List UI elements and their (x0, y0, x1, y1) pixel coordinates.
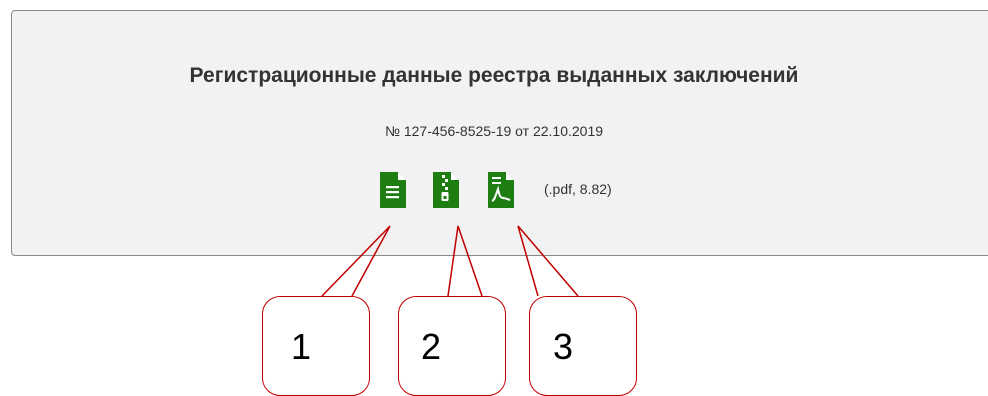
callout-2-pointer (447, 225, 483, 297)
callout-1-pointer (321, 225, 391, 297)
callout-3-pointer (517, 225, 579, 297)
callout-box-2 (398, 296, 506, 396)
callout-label-1: 1 (291, 326, 312, 367)
callout-box-3 (529, 296, 637, 396)
callout-label-3: 3 (553, 326, 574, 367)
callout-label-2: 2 (421, 326, 442, 367)
callout-box-1 (262, 296, 370, 396)
